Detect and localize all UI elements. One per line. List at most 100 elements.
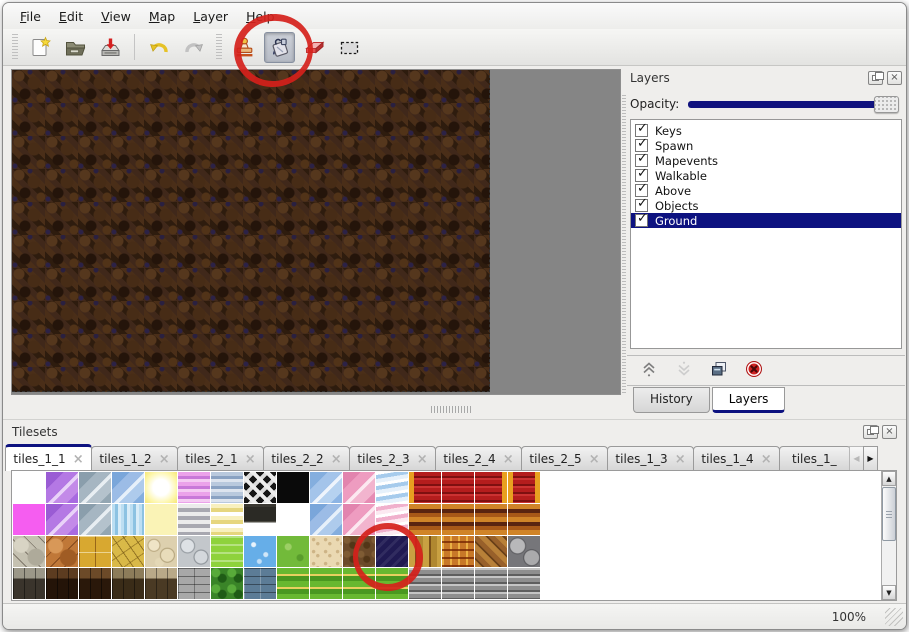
tile-water-sm[interactable] bbox=[112, 504, 144, 535]
tile-stripe-gray[interactable] bbox=[178, 504, 210, 535]
tile-herring[interactable] bbox=[475, 536, 507, 567]
map-tilesets-splitter-handle[interactable] bbox=[431, 406, 471, 413]
close-tab-icon[interactable]: × bbox=[589, 453, 600, 466]
tile-glass-gray[interactable] bbox=[79, 504, 111, 535]
close-tab-icon[interactable]: × bbox=[675, 453, 686, 466]
tile-wall-gray[interactable] bbox=[409, 568, 441, 599]
fill-tool-button[interactable] bbox=[264, 32, 295, 63]
layer-row-ground[interactable]: Ground bbox=[631, 213, 901, 228]
tile-wave-pink[interactable] bbox=[376, 504, 408, 535]
tile-logs[interactable] bbox=[508, 536, 540, 567]
select-tool-button[interactable] bbox=[334, 32, 365, 63]
menu-map[interactable]: Map bbox=[140, 6, 184, 27]
tile-brickrow-gray[interactable] bbox=[13, 568, 45, 599]
scroll-up-icon[interactable]: ▲ bbox=[882, 471, 896, 486]
close-tab-icon[interactable]: × bbox=[503, 453, 514, 466]
tile-wood-stripe[interactable] bbox=[409, 504, 441, 535]
map-canvas-viewport[interactable] bbox=[11, 69, 621, 395]
tile-grass-flowers[interactable] bbox=[310, 568, 342, 599]
tile-stone-orange[interactable] bbox=[46, 536, 78, 567]
close-tab-icon[interactable]: × bbox=[73, 453, 84, 466]
tileset-tab-tiles_1_3[interactable]: tiles_1_3× bbox=[607, 446, 694, 471]
tile-black[interactable] bbox=[277, 472, 309, 503]
tile-navy[interactable] bbox=[376, 536, 408, 567]
tile-curtain[interactable] bbox=[442, 472, 474, 503]
tile-glass-gray[interactable] bbox=[79, 472, 111, 503]
tile-hedge[interactable] bbox=[211, 568, 243, 599]
tile-wall-gray[interactable] bbox=[442, 568, 474, 599]
tab-history[interactable]: History bbox=[633, 387, 710, 413]
tab-layers[interactable]: Layers bbox=[712, 387, 786, 413]
tile-stripe-cream[interactable] bbox=[211, 504, 243, 535]
tile-pebble-gray[interactable] bbox=[178, 536, 210, 567]
tile-brick-blue[interactable] bbox=[244, 568, 276, 599]
tile-weave[interactable] bbox=[442, 536, 474, 567]
menu-layer[interactable]: Layer bbox=[184, 6, 237, 27]
delete-layer-button[interactable] bbox=[744, 361, 764, 381]
tile-curtain-l[interactable] bbox=[409, 472, 441, 503]
window-resize-grip[interactable] bbox=[885, 608, 903, 626]
tile-glow[interactable] bbox=[145, 472, 177, 503]
map-canvas[interactable] bbox=[12, 70, 490, 392]
tile-wood-stripe[interactable] bbox=[475, 504, 507, 535]
tile-water[interactable] bbox=[244, 536, 276, 567]
tile-stone-gray[interactable] bbox=[13, 536, 45, 567]
tile-sand[interactable] bbox=[310, 536, 342, 567]
panel-drag-grip[interactable] bbox=[622, 95, 626, 395]
tileset-tab-tiles_1_2[interactable]: tiles_1_2× bbox=[91, 446, 178, 471]
tile-grass-flowers[interactable] bbox=[376, 568, 408, 599]
layer-row-mapevents[interactable]: Mapevents bbox=[631, 153, 901, 168]
tile-brickrow-brown1[interactable] bbox=[46, 568, 78, 599]
move-layer-up-button[interactable] bbox=[639, 361, 659, 381]
close-tab-icon[interactable]: × bbox=[159, 453, 170, 466]
tile-lattice[interactable] bbox=[244, 472, 276, 503]
tile-glass-pink[interactable] bbox=[343, 504, 375, 535]
layer-row-above[interactable]: Above bbox=[631, 183, 901, 198]
opacity-slider-handle[interactable] bbox=[874, 96, 899, 113]
tile-white[interactable] bbox=[277, 504, 309, 535]
tile-dirt[interactable] bbox=[343, 536, 375, 567]
opacity-slider[interactable] bbox=[688, 101, 896, 108]
tile-glass-blue2[interactable] bbox=[310, 472, 342, 503]
redo-button[interactable] bbox=[178, 32, 209, 63]
tile-glass-blue[interactable] bbox=[112, 472, 144, 503]
menu-view[interactable]: View bbox=[92, 6, 140, 27]
stamp-tool-button[interactable] bbox=[229, 32, 260, 63]
tileset-tab-tiles_1_4[interactable]: tiles_1_4× bbox=[693, 446, 780, 471]
tile-white[interactable] bbox=[13, 472, 45, 503]
layer-row-walkable[interactable]: Walkable bbox=[631, 168, 901, 183]
tileset-tab-tiles_1_1[interactable]: tiles_1_1× bbox=[5, 444, 92, 471]
layer-visibility-checkbox[interactable] bbox=[635, 214, 648, 227]
tileset-tab-tiles_2_3[interactable]: tiles_2_3× bbox=[349, 446, 436, 471]
close-tab-icon[interactable]: × bbox=[331, 453, 342, 466]
tile-brick-gray[interactable] bbox=[178, 568, 210, 599]
tile-stripe-pink[interactable] bbox=[178, 472, 210, 503]
open-map-button[interactable] bbox=[60, 32, 91, 63]
menu-file[interactable]: File bbox=[11, 6, 50, 27]
tileset-tab-tiles_2_5[interactable]: tiles_2_5× bbox=[521, 446, 608, 471]
tile-tile-yellow[interactable] bbox=[79, 536, 111, 567]
scrollbar-thumb[interactable] bbox=[882, 487, 896, 541]
tile-stripe-blue[interactable] bbox=[211, 472, 243, 503]
close-panel-icon[interactable]: × bbox=[882, 425, 897, 439]
tile-wood-stripe[interactable] bbox=[508, 504, 540, 535]
tile-grass-lime[interactable] bbox=[211, 536, 243, 567]
tileset-tab-tiles_2_4[interactable]: tiles_2_4× bbox=[435, 446, 522, 471]
tileset-tab-tiles_1[interactable]: tiles_1_ bbox=[779, 446, 851, 471]
tileset-tab-tiles_2_2[interactable]: tiles_2_2× bbox=[263, 446, 350, 471]
tileset-tab-tiles_2_1[interactable]: tiles_2_1× bbox=[177, 446, 264, 471]
duplicate-layer-button[interactable] bbox=[709, 361, 729, 381]
float-window-icon[interactable] bbox=[868, 71, 883, 85]
scroll-down-icon[interactable]: ▼ bbox=[882, 585, 896, 600]
close-panel-icon[interactable]: × bbox=[887, 71, 902, 85]
toolbar-grip[interactable] bbox=[12, 34, 18, 60]
tile-grass-plain[interactable] bbox=[277, 536, 309, 567]
save-map-button[interactable] bbox=[95, 32, 126, 63]
close-tab-icon[interactable]: × bbox=[417, 453, 428, 466]
layer-row-objects[interactable]: Objects bbox=[631, 198, 901, 213]
tile-glass-pink[interactable] bbox=[343, 472, 375, 503]
close-tab-icon[interactable]: × bbox=[761, 453, 772, 466]
float-window-icon[interactable] bbox=[863, 425, 878, 439]
tile-pebble-beige[interactable] bbox=[145, 536, 177, 567]
toolbar-grip[interactable] bbox=[216, 34, 222, 60]
